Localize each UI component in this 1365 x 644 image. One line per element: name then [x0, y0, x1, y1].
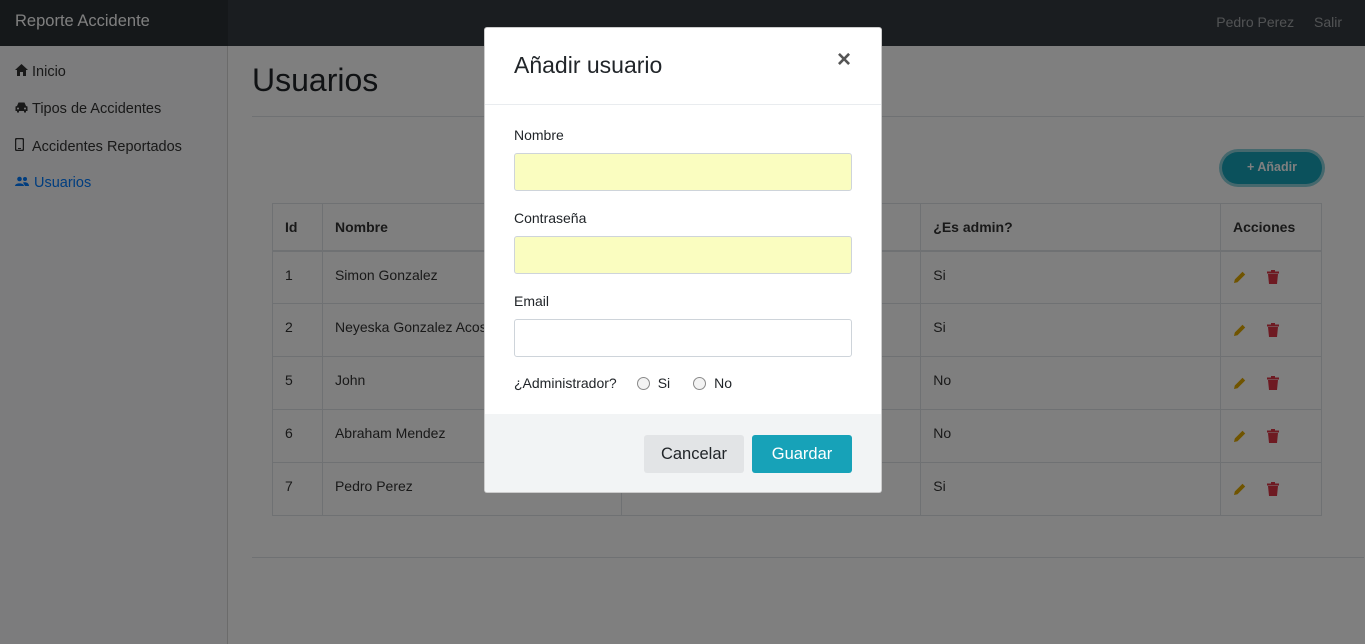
nombre-input[interactable] — [514, 153, 852, 191]
admin-yes-radio[interactable] — [636, 376, 650, 390]
admin-no-radio[interactable] — [693, 376, 707, 390]
modal-title: Añadir usuario — [514, 52, 663, 78]
email-label: Email — [514, 293, 550, 309]
admin-yes-label[interactable]: Si — [658, 375, 670, 391]
save-button[interactable]: Guardar — [752, 435, 852, 473]
admin-label: ¿Administrador? — [514, 375, 617, 391]
modal-header: Añadir usuario × — [485, 28, 881, 105]
cancel-button[interactable]: Cancelar — [644, 435, 744, 473]
nombre-label: Nombre — [514, 127, 564, 143]
admin-no-label[interactable]: No — [714, 375, 732, 391]
modal-footer: Cancelar Guardar — [485, 414, 881, 492]
admin-radio-group: ¿Administrador? Si No — [514, 375, 732, 391]
password-label: Contraseña — [514, 210, 587, 226]
close-icon[interactable]: × — [837, 46, 851, 74]
password-input[interactable] — [514, 236, 852, 274]
email-input[interactable] — [514, 319, 852, 357]
add-user-modal: Añadir usuario × Nombre Contraseña Email… — [484, 27, 882, 493]
